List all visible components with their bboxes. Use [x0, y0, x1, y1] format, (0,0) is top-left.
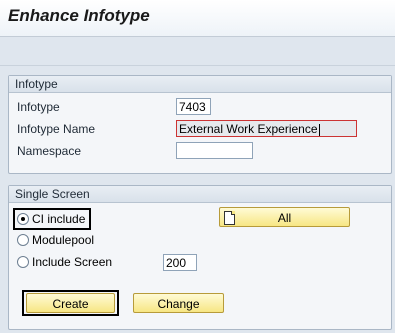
all-button[interactable]: All — [219, 207, 350, 227]
infotype-input[interactable]: 7403 — [176, 98, 211, 115]
modulepool-label: Modulepool — [32, 233, 95, 247]
document-icon — [224, 211, 235, 225]
single-screen-group: Single Screen CI include Modulepool Incl… — [8, 185, 392, 330]
change-button[interactable]: Change — [133, 293, 224, 313]
modulepool-option[interactable]: Modulepool — [17, 231, 94, 249]
include-screen-radio[interactable] — [17, 255, 29, 268]
ci-include-radio[interactable] — [17, 212, 29, 225]
infotype-group: Infotype Infotype 7403 Infotype Name Ext… — [8, 75, 392, 174]
ci-include-option[interactable]: CI include — [13, 208, 92, 230]
include-screen-input[interactable]: 200 — [163, 254, 197, 271]
ci-include-focus-frame: CI include — [13, 208, 92, 230]
namespace-input[interactable] — [176, 142, 253, 159]
create-button[interactable]: Create — [26, 293, 115, 313]
text-caret — [318, 123, 320, 136]
include-screen-option[interactable]: Include Screen — [17, 253, 112, 271]
infotype-name-label: Infotype Name — [17, 122, 96, 136]
modulepool-radio[interactable] — [17, 233, 29, 246]
include-screen-label: Include Screen — [32, 255, 113, 269]
infotype-group-title: Infotype — [9, 76, 391, 93]
all-button-label: All — [277, 211, 292, 225]
ci-include-label: CI include — [32, 212, 86, 226]
title-bar: Enhance Infotype — [0, 0, 395, 37]
infotype-name-value: External Work Experience — [179, 122, 318, 136]
toolbar — [0, 37, 395, 66]
namespace-label: Namespace — [17, 144, 82, 158]
infotype-label: Infotype — [17, 100, 60, 114]
single-screen-group-title: Single Screen — [9, 186, 391, 203]
page-title: Enhance Infotype — [8, 6, 150, 25]
infotype-name-input[interactable]: External Work Experience — [176, 120, 357, 137]
